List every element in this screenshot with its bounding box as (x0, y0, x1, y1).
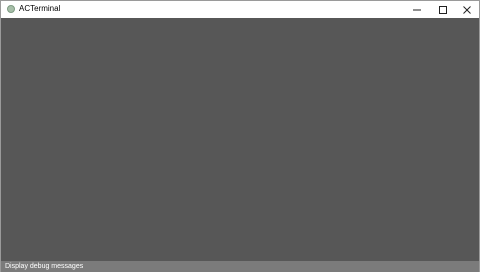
window-title: ACTerminal (19, 4, 61, 13)
maximize-button[interactable] (430, 1, 456, 18)
minimize-icon (413, 9, 421, 10)
app-icon (7, 5, 15, 13)
status-bar: Display debug messages (1, 261, 479, 272)
close-button[interactable] (454, 1, 480, 18)
terminal-area[interactable] (1, 18, 479, 261)
close-icon (463, 5, 471, 14)
app-window: ACTerminal Display debug messages (0, 0, 480, 272)
title-bar[interactable]: ACTerminal (1, 1, 479, 18)
minimize-button[interactable] (404, 1, 430, 18)
maximize-icon (439, 5, 447, 14)
debug-messages-toggle[interactable]: Display debug messages (5, 262, 83, 271)
